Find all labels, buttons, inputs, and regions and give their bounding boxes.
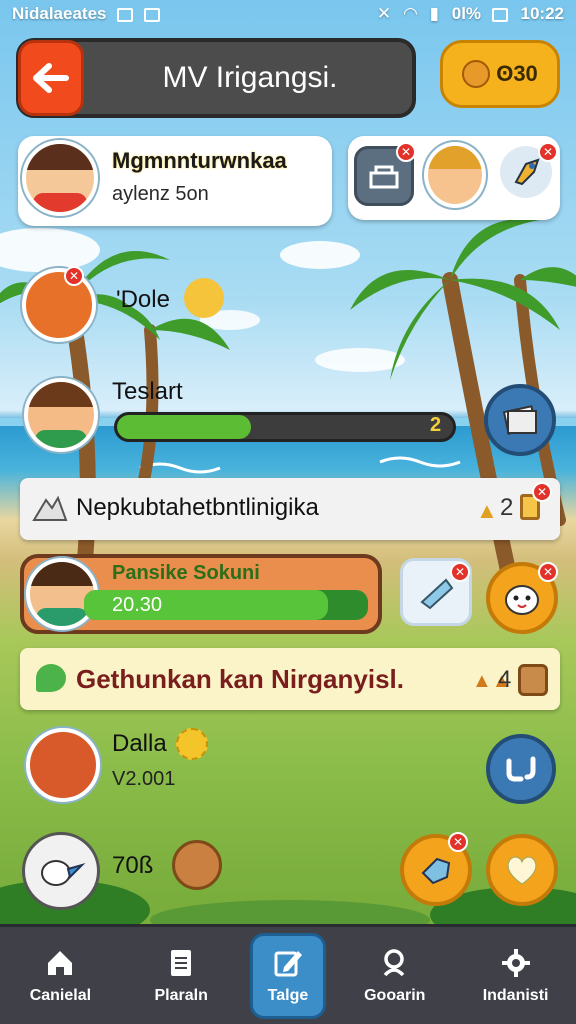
cookie-icon <box>172 840 222 890</box>
level-progress-fill <box>117 415 252 439</box>
player-name: Dalla <box>112 730 167 757</box>
sun-icon <box>176 728 208 760</box>
cards-button[interactable] <box>484 384 556 456</box>
nav-label: Canielal <box>29 986 92 1004</box>
chick-icon <box>184 278 224 318</box>
swap-icon <box>506 756 536 782</box>
notification-badge: ✕ <box>538 142 558 162</box>
document-icon <box>171 949 192 976</box>
tag-icon <box>421 857 451 885</box>
home-icon <box>48 950 73 975</box>
mascot-icon <box>505 585 539 615</box>
task-title: Pansike Sokuni <box>112 562 260 584</box>
notification-badge: ✕ <box>396 142 416 162</box>
notification-badge: ✕ <box>532 482 552 502</box>
nav-label: Gooarin <box>364 986 426 1004</box>
cards-icon <box>502 405 538 435</box>
player-avatar[interactable] <box>22 268 96 342</box>
status-bar: Nidalaeates ✕ ◠ ▮ 0l% 10:22 <box>0 0 576 28</box>
coin-icon <box>462 60 491 88</box>
notification-badge: ✕ <box>538 562 558 582</box>
player-name: Teslart <box>112 378 183 405</box>
task-value: 20.30 <box>112 594 163 616</box>
nav-label: Indanisti <box>482 986 549 1004</box>
nav-item-plans[interactable]: Plaraln <box>129 933 233 1019</box>
coin-count: ʘ30 <box>496 61 538 86</box>
info-banner-text: Nepkubtahetbntlinigika <box>76 494 319 521</box>
bottom-nav: Canielal Plaraln Talge Gooarin Indanisti <box>0 924 576 1024</box>
clock: 10:22 <box>520 4 564 23</box>
search-icon <box>383 948 405 976</box>
battery-icon <box>491 7 508 22</box>
favorite-button[interactable] <box>486 834 558 906</box>
nav-item-edit[interactable]: Talge <box>249 932 326 1019</box>
rocket-icon <box>514 158 540 186</box>
mute-icon: ✕ <box>376 4 392 23</box>
nav-item-settings[interactable]: Indanisti <box>464 933 568 1019</box>
bird-icon <box>41 860 86 886</box>
quest-banner-text: Gethunkan kan Nirganyisl. <box>76 664 404 694</box>
gift-icon <box>420 578 454 610</box>
nav-item-search[interactable]: Gooarin <box>343 933 447 1019</box>
heart-icon <box>507 856 537 885</box>
user-avatar[interactable] <box>22 140 98 216</box>
quest-banner-count: 4 <box>498 666 512 693</box>
nav-label: Plaraln <box>154 986 208 1004</box>
back-button[interactable] <box>18 40 84 116</box>
gear-icon <box>501 948 530 977</box>
chat-icon <box>36 664 66 692</box>
coin-balance-button[interactable]: ʘ30 <box>440 40 560 108</box>
notification-badge: ✕ <box>448 832 468 852</box>
profile-name: Mgmnnturwnkaa <box>112 148 287 173</box>
bird-avatar[interactable] <box>22 832 100 910</box>
edit-icon <box>274 950 302 976</box>
info-banner-count: 2 <box>500 494 514 521</box>
arrow-left-icon <box>33 63 69 93</box>
profile-subtitle: aylenz 5on <box>112 183 209 205</box>
player-avatar[interactable] <box>24 378 98 452</box>
status-app-label: Nidalaeates <box>12 4 107 23</box>
wifi-icon: ◠ <box>403 4 417 23</box>
friend-avatar[interactable] <box>424 142 486 208</box>
player-value: 70ß <box>112 852 154 879</box>
flame-icon: ▲ <box>476 498 498 523</box>
page-title: MV Irigangsi. <box>162 61 338 94</box>
player-value: V2.001 <box>112 768 176 790</box>
battery-percent: 0l% <box>451 4 482 23</box>
shop-icon <box>369 165 399 189</box>
level-progress-bar <box>114 412 456 442</box>
player-name: 'Dole <box>116 286 170 313</box>
notification-badge: ✕ <box>450 562 470 582</box>
signal-icon: ▮ <box>429 4 440 23</box>
cookie-icon <box>518 664 548 696</box>
nav-item-home[interactable]: Canielal <box>8 933 112 1019</box>
nav-label: Talge <box>267 986 309 1004</box>
mountain-icon <box>32 495 68 521</box>
player-avatar[interactable] <box>26 728 100 802</box>
edit-icon <box>117 7 134 22</box>
notification-badge: ✕ <box>64 266 84 286</box>
level-progress-label: 2 <box>430 414 442 436</box>
image-icon <box>143 7 160 22</box>
swap-button[interactable] <box>486 734 556 804</box>
